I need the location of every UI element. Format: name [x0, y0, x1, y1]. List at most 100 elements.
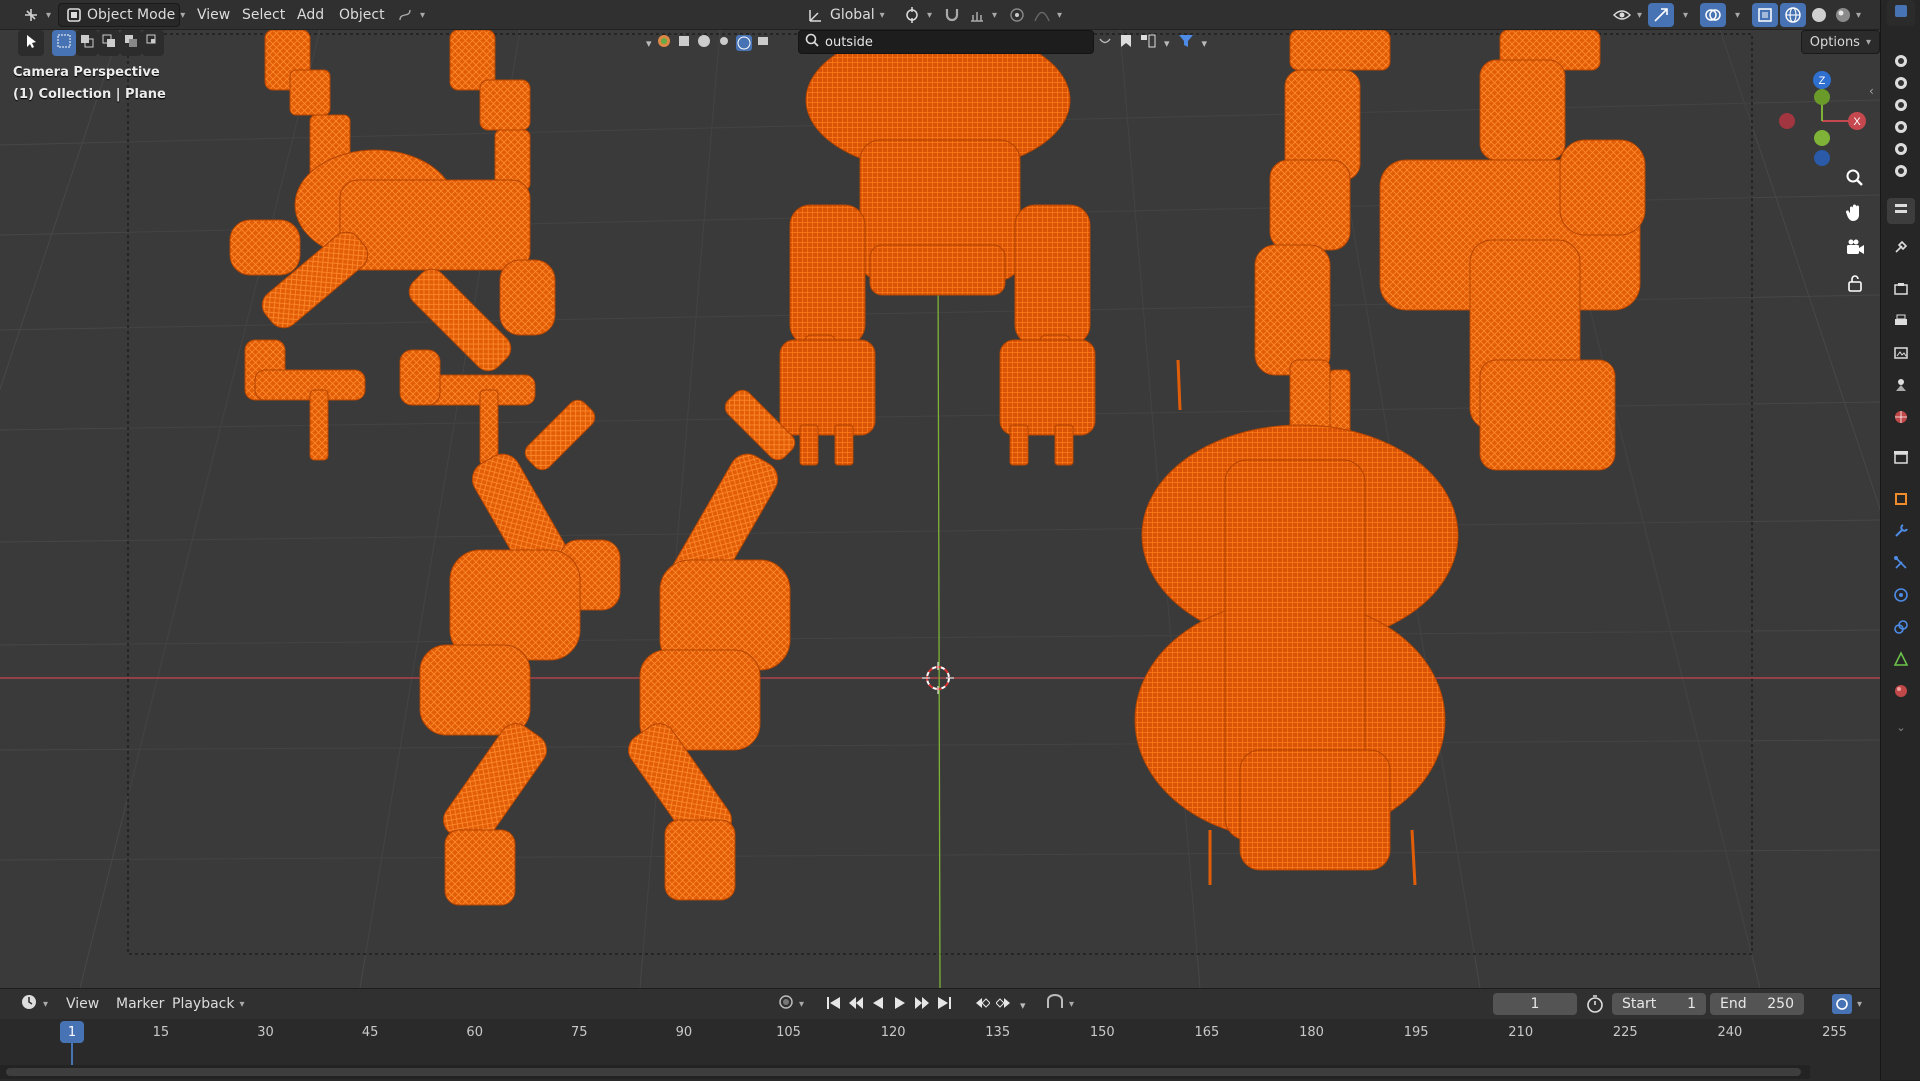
tab-data[interactable] — [1887, 648, 1915, 674]
options-dropdown[interactable]: Options ▾ — [1800, 30, 1880, 54]
timeline-view-options[interactable]: ▾ — [1830, 992, 1864, 1016]
proportional-falloff-dropdown[interactable]: ▾ — [1025, 3, 1069, 27]
frame-ruler[interactable]: 15 30 45 60 75 90 105 120 135 150 165 180 195 210 225 2… — [0, 1019, 1880, 1081]
tab-more[interactable]: ⌄ — [1887, 714, 1915, 740]
menu-object[interactable]: Object — [332, 3, 392, 27]
camera-view-icon[interactable] — [756, 33, 772, 53]
select-mode-subtract[interactable] — [98, 30, 120, 56]
invert-filter-icon[interactable] — [1098, 34, 1112, 52]
tab-modifiers[interactable] — [1887, 520, 1915, 546]
chevron-down-icon[interactable]: ▾ — [646, 37, 652, 50]
shading-solid-button[interactable] — [1806, 3, 1832, 27]
xray-toggle[interactable] — [1752, 3, 1778, 27]
play-icon[interactable] — [891, 995, 909, 1015]
tab-collection[interactable] — [1887, 446, 1915, 472]
timeline-menu-playback[interactable]: Playback ▾ — [164, 992, 253, 1016]
frame-tick-label: 30 — [257, 1025, 274, 1040]
screwdriver-icon — [1893, 239, 1909, 259]
pivot-point-dropdown[interactable]: ▾ — [895, 3, 939, 27]
select-mode-invert[interactable] — [120, 30, 142, 56]
lock-camera-button[interactable] — [1840, 270, 1870, 300]
shading-wireframe-button[interactable] — [1780, 3, 1806, 27]
tool-select-box[interactable] — [18, 30, 44, 56]
end-frame-field[interactable]: End 250 — [1710, 993, 1804, 1015]
display-mode-icon[interactable] — [1140, 34, 1156, 52]
tab-tool[interactable] — [1887, 198, 1915, 224]
mode-dropdown[interactable]: Object Mode ▾ — [58, 3, 185, 27]
select-mode-extend[interactable] — [76, 30, 98, 56]
search-input[interactable]: outside — [798, 30, 1094, 54]
timeline-editor-type[interactable]: ▾ — [12, 992, 56, 1016]
sphere-icon[interactable] — [696, 33, 712, 53]
jump-keyframe-back-icon[interactable] — [847, 995, 865, 1015]
start-frame-field[interactable]: Start 1 — [1612, 993, 1706, 1015]
prev-keyframe-icon[interactable] — [972, 995, 991, 1015]
visibility-dropdown[interactable]: ▾ — [1605, 3, 1649, 27]
camera-icon — [1894, 120, 1908, 138]
editor-type-button[interactable]: ▾ — [14, 3, 58, 27]
tab-material[interactable] — [1887, 680, 1915, 706]
timeline-menu-view[interactable]: View — [58, 992, 107, 1016]
chevron-down-icon[interactable]: ▾ — [1202, 37, 1208, 50]
pan-button[interactable] — [1840, 200, 1870, 230]
bookmark-icon[interactable] — [1120, 34, 1132, 52]
navigation-gizmo[interactable]: Z X — [1765, 66, 1875, 176]
frame-tick-label: 15 — [152, 1025, 170, 1040]
jump-start-icon[interactable] — [825, 995, 843, 1015]
current-frame-field[interactable]: 1 — [1493, 993, 1577, 1015]
tab-constraints[interactable] — [1887, 616, 1915, 642]
tab-output[interactable] — [1887, 310, 1915, 336]
tab-scene[interactable] — [1887, 374, 1915, 400]
shading-material-button[interactable] — [1830, 3, 1856, 27]
menu-add[interactable]: Add — [290, 3, 331, 27]
filter-strip: ▾ — [646, 32, 772, 54]
transform-orientation-dropdown[interactable]: Global ▾ — [798, 3, 892, 27]
overlays-toggle[interactable] — [1700, 3, 1726, 27]
3d-viewport[interactable]: Camera Perspective (1) Collection | Plan… — [0, 30, 1880, 988]
tab-view-layer[interactable] — [1887, 342, 1915, 368]
next-keyframe-icon[interactable] — [995, 995, 1014, 1015]
zoom-button[interactable] — [1840, 165, 1870, 195]
tab-render[interactable] — [1887, 278, 1915, 304]
lock-icon — [1846, 274, 1864, 296]
snap-target-dropdown[interactable]: ▾ — [960, 3, 1004, 27]
chevron-down-icon: ▾ — [420, 9, 426, 21]
menu-view[interactable]: View — [190, 3, 237, 27]
select-mode-intersect[interactable] — [142, 30, 164, 56]
end-value: 250 — [1767, 996, 1794, 1012]
world-icon[interactable] — [735, 35, 752, 51]
light-icon[interactable] — [716, 33, 732, 53]
play-reverse-icon[interactable] — [869, 995, 887, 1015]
chevron-down-icon[interactable]: ▾ — [1020, 999, 1026, 1012]
jump-end-icon[interactable] — [935, 995, 953, 1015]
tab-physics[interactable] — [1887, 584, 1915, 610]
blender-logo-icon — [1893, 3, 1909, 23]
timeline-scrollbar-track[interactable] — [0, 1065, 1810, 1079]
gizmo-toggle[interactable] — [1648, 3, 1674, 27]
tab-scene-top[interactable] — [1887, 0, 1915, 26]
select-mode-new[interactable] — [52, 30, 76, 56]
chevron-down-icon[interactable]: ▾ — [1164, 37, 1170, 50]
mesh-tools-button[interactable]: ▾ — [388, 3, 432, 27]
filter-funnel-icon[interactable] — [1178, 33, 1194, 53]
tab-world[interactable] — [1887, 406, 1915, 432]
tab-particles[interactable] — [1887, 552, 1915, 578]
cube-icon[interactable] — [676, 33, 692, 53]
stopwatch-icon[interactable] — [1585, 994, 1605, 1018]
jump-keyframe-forward-icon[interactable] — [913, 995, 931, 1015]
camera-view-button[interactable] — [1840, 235, 1870, 265]
tab-object[interactable] — [1887, 488, 1915, 514]
color-wheel-icon[interactable] — [656, 33, 672, 53]
gizmo-dropdown[interactable]: ▾ — [1676, 3, 1695, 27]
auto-keying-toggle[interactable]: ▾ — [770, 992, 812, 1016]
timeline-scrollbar-thumb[interactable] — [6, 1068, 1801, 1076]
start-value: 1 — [1687, 996, 1696, 1012]
tab-tool-wrench[interactable] — [1887, 236, 1915, 262]
timeline-menu-marker[interactable]: Marker — [108, 992, 172, 1016]
playhead-handle[interactable]: 1 — [60, 1021, 84, 1043]
layer-camera-6[interactable] — [1887, 160, 1915, 186]
menu-select[interactable]: Select — [235, 3, 292, 27]
keying-set-dropdown[interactable]: ▾ — [1038, 992, 1082, 1016]
shading-dropdown[interactable]: ▾ — [1854, 3, 1863, 27]
overlays-dropdown[interactable]: ▾ — [1728, 3, 1747, 27]
